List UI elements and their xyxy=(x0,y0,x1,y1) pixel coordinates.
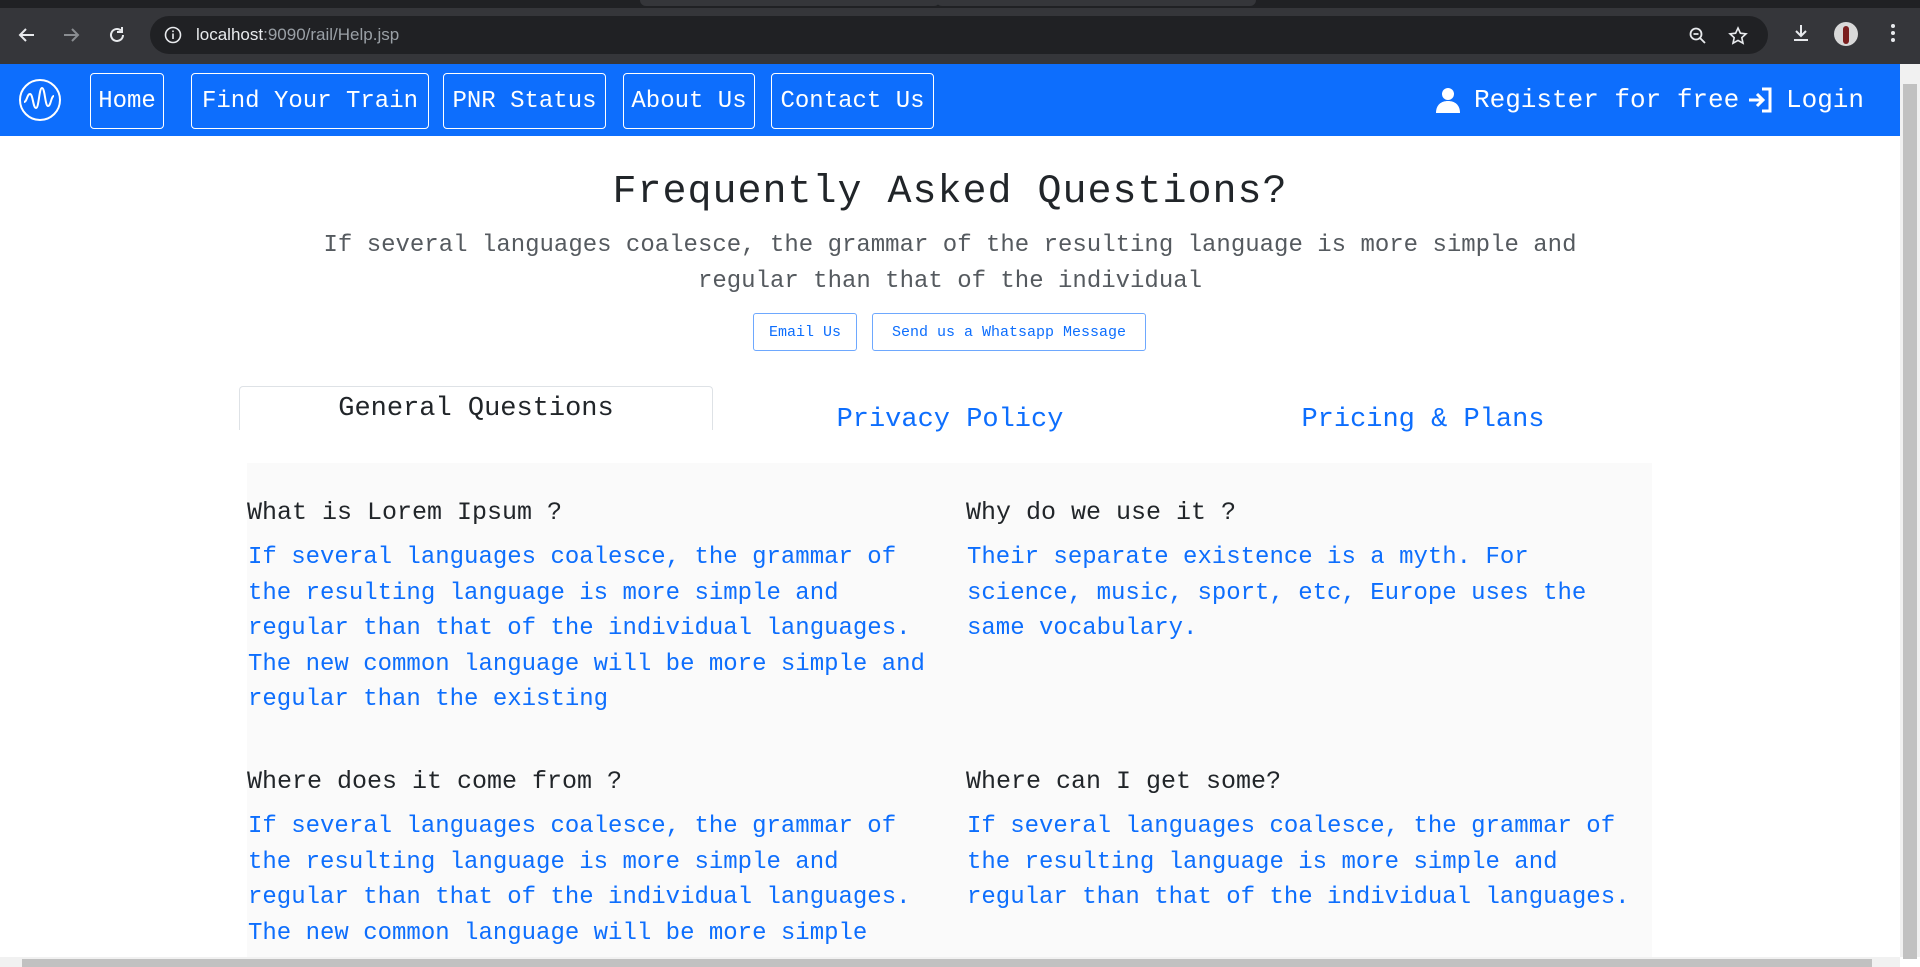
more-menu-icon[interactable] xyxy=(1880,20,1906,46)
vertical-scrollbar[interactable] xyxy=(1900,64,1920,959)
reload-icon[interactable] xyxy=(102,20,132,50)
forward-icon[interactable] xyxy=(56,20,86,50)
bookmark-star-icon[interactable] xyxy=(1728,26,1748,46)
back-icon[interactable] xyxy=(12,20,42,50)
nav-about-us[interactable]: About Us xyxy=(623,73,755,129)
nav-find-your-train[interactable]: Find Your Train xyxy=(191,73,429,129)
browser-tab[interactable] xyxy=(936,0,1256,6)
site-navbar: Home Find Your Train PNR Status About Us… xyxy=(0,64,1900,136)
scrollbar-thumb[interactable] xyxy=(22,959,1872,967)
faq-question: Why do we use it ? xyxy=(966,498,1237,527)
browser-tab[interactable] xyxy=(640,0,940,6)
tab-privacy-policy[interactable]: Privacy Policy xyxy=(800,398,1100,442)
download-icon[interactable] xyxy=(1788,20,1814,46)
faq-answer: If several languages coalesce, the gramm… xyxy=(248,544,925,713)
page-subtitle: If several languages coalesce, the gramm… xyxy=(323,232,1577,295)
faq-question: Where does it come from ? xyxy=(247,767,623,796)
profile-avatar[interactable] xyxy=(1834,22,1858,46)
email-us-button[interactable]: Email Us xyxy=(753,313,857,351)
page-title: Frequently Asked Questions? xyxy=(612,170,1288,215)
url-text[interactable]: localhost:9090/rail/Help.jsp xyxy=(196,25,399,45)
register-link[interactable]: Register for free xyxy=(1434,82,1739,118)
tab-general-questions[interactable]: General Questions xyxy=(239,386,713,430)
nav-contact-us[interactable]: Contact Us xyxy=(771,73,934,129)
login-link[interactable]: Login xyxy=(1746,82,1864,118)
faq-answer: Their separate existence is a myth. For … xyxy=(967,544,1587,642)
site-info-icon[interactable] xyxy=(164,26,182,44)
zoom-icon[interactable] xyxy=(1688,26,1708,46)
faq-answer: If several languages coalesce, the gramm… xyxy=(967,813,1630,911)
faq-answer: If several languages coalesce, the gramm… xyxy=(248,813,911,947)
faq-question: Where can I get some? xyxy=(966,767,1282,796)
login-label: Login xyxy=(1786,85,1865,115)
faq-question: What is Lorem Ipsum ? xyxy=(247,498,563,527)
user-icon xyxy=(1436,88,1460,113)
tab-pricing-plans[interactable]: Pricing & Plans xyxy=(1273,398,1573,442)
sign-in-icon xyxy=(1749,87,1772,113)
horizontal-scrollbar[interactable] xyxy=(0,957,1900,967)
whatsapp-button[interactable]: Send us a Whatsapp Message xyxy=(872,313,1146,351)
scrollbar-thumb[interactable] xyxy=(1903,84,1917,959)
nav-home[interactable]: Home xyxy=(90,73,164,129)
browser-chrome: localhost:9090/rail/Help.jsp xyxy=(0,0,1920,64)
register-label: Register for free xyxy=(1474,85,1740,115)
address-bar[interactable]: localhost:9090/rail/Help.jsp xyxy=(150,16,1768,54)
brand-logo-icon[interactable] xyxy=(18,78,62,122)
nav-pnr-status[interactable]: PNR Status xyxy=(443,73,606,129)
